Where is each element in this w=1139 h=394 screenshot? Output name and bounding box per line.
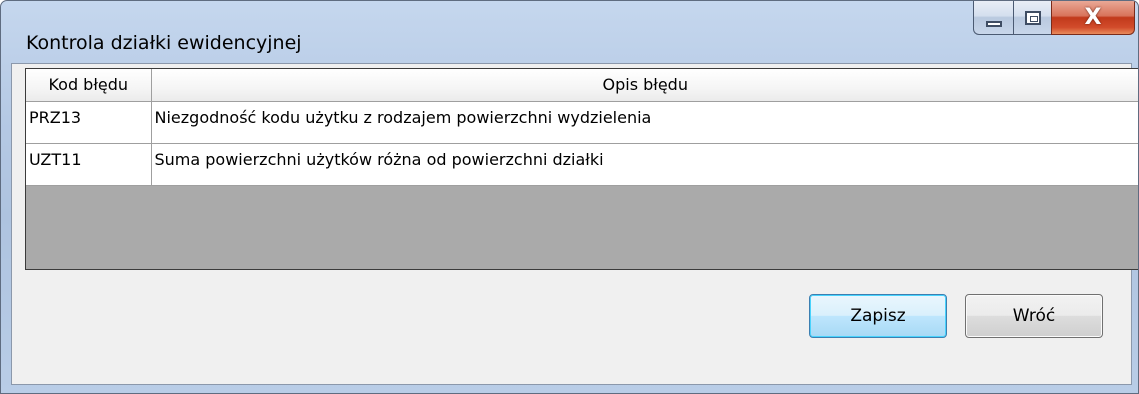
maximize-button[interactable] <box>1013 1 1051 35</box>
title-bar[interactable]: Kontrola działki ewidencyjnej X <box>1 1 1138 63</box>
error-grid[interactable]: Kod błędu Opis błędu PRZ13 Niezgodność k… <box>25 68 1138 270</box>
error-grid-body: Kod błędu Opis błędu PRZ13 Niezgodność k… <box>26 69 1138 269</box>
cell-error-description[interactable]: Suma powierzchni użytków różna od powier… <box>151 143 1138 186</box>
table-row[interactable]: UZT11 Suma powierzchni użytków różna od … <box>26 143 1138 186</box>
save-button[interactable]: Zapisz <box>809 294 947 338</box>
error-table: Kod błędu Opis błędu PRZ13 Niezgodność k… <box>26 69 1138 186</box>
window-title: Kontrola działki ewidencyjnej <box>26 32 302 54</box>
header-row: Kod błędu Opis błędu <box>26 69 1138 102</box>
column-header-description[interactable]: Opis błędu <box>151 69 1138 102</box>
dialog-buttons: Zapisz Wróć <box>809 294 1103 338</box>
close-button[interactable]: X <box>1051 1 1135 35</box>
cell-error-description[interactable]: Niezgodność kodu użytku z rodzajem powie… <box>151 101 1138 144</box>
cell-error-code[interactable]: PRZ13 <box>26 101 152 144</box>
close-icon: X <box>1084 4 1102 30</box>
dialog-window: Kontrola działki ewidencyjnej X Kod błęd… <box>0 0 1139 394</box>
back-button[interactable]: Wróć <box>965 294 1103 338</box>
cell-error-code[interactable]: UZT11 <box>26 143 152 186</box>
minimize-icon <box>985 20 1002 27</box>
table-row[interactable]: PRZ13 Niezgodność kodu użytku z rodzajem… <box>26 101 1138 144</box>
dialog-client-area: Kod błędu Opis błędu PRZ13 Niezgodność k… <box>11 63 1138 385</box>
maximize-icon <box>1024 10 1041 25</box>
caption-buttons: X <box>973 1 1135 38</box>
minimize-button[interactable] <box>973 1 1013 35</box>
column-header-code[interactable]: Kod błędu <box>26 69 152 102</box>
